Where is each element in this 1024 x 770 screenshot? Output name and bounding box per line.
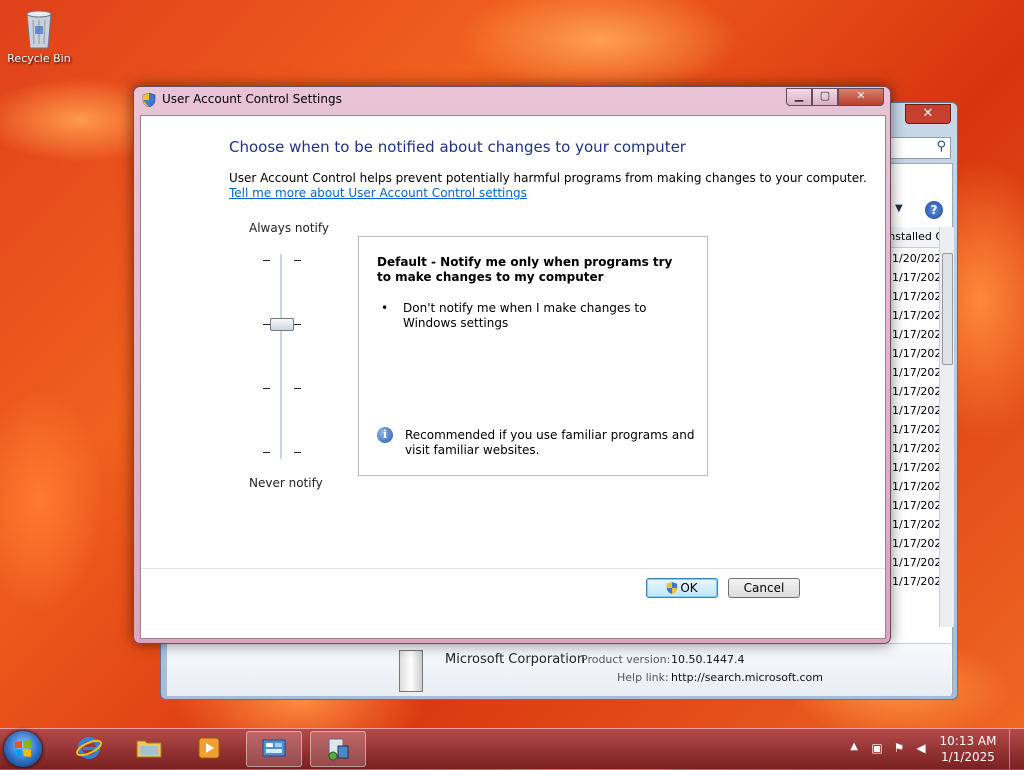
- volume-muted-icon[interactable]: ◀: [914, 741, 928, 755]
- slider-tick: [294, 324, 301, 325]
- installed-on-cell[interactable]: 11/17/2023: [885, 363, 939, 382]
- installed-on-cell[interactable]: 11/17/2023: [885, 439, 939, 458]
- installer-icon: [324, 736, 352, 762]
- installed-on-column-header[interactable]: Installed On: [885, 227, 939, 248]
- slider-tick: [263, 388, 270, 389]
- recycle-bin-desktop-icon[interactable]: Recycle Bin: [4, 6, 74, 65]
- product-version-label: Product version:: [581, 653, 671, 666]
- internet-explorer-icon: [75, 735, 103, 761]
- slider-tick: [263, 324, 270, 325]
- installed-on-cell[interactable]: 11/17/2023: [885, 401, 939, 420]
- slider-tick: [294, 388, 301, 389]
- installed-on-cell[interactable]: 11/17/2023: [885, 496, 939, 515]
- info-icon: i: [377, 427, 393, 443]
- windows-logo-icon: [15, 740, 31, 757]
- search-icon: ⚲: [936, 139, 946, 154]
- folder-icon: [135, 735, 163, 761]
- slider-tick: [263, 452, 270, 453]
- minimize-button[interactable]: ▁: [786, 88, 812, 106]
- slider-tick: [294, 260, 301, 261]
- learn-more-link[interactable]: Tell me more about User Account Control …: [229, 186, 527, 200]
- slider-top-label: Always notify: [249, 221, 329, 235]
- notification-slider-track[interactable]: [280, 254, 283, 459]
- installed-on-cell[interactable]: 11/17/2023: [885, 344, 939, 363]
- details-pane: Microsoft Corporation Product version: 1…: [167, 643, 951, 696]
- help-icon[interactable]: ?: [925, 201, 943, 219]
- window-controls: ▁ ▢ ✕: [786, 88, 884, 106]
- publisher-name: Microsoft Corporation: [445, 652, 586, 667]
- setting-bullet-text: Don't notify me when I make changes to W…: [403, 301, 647, 330]
- dialog-description: User Account Control helps prevent poten…: [229, 171, 867, 185]
- taskbar-media-player[interactable]: [182, 731, 236, 765]
- uac-shield-icon: [666, 581, 678, 600]
- button-separator: [141, 568, 885, 569]
- bullet-icon: •: [381, 301, 389, 315]
- bg-window-search-box[interactable]: ⚲: [887, 137, 951, 159]
- slider-tick: [263, 260, 270, 261]
- uac-shield-icon: [142, 92, 156, 108]
- bg-window-scrollbar[interactable]: [939, 227, 954, 627]
- help-link-value[interactable]: http://search.microsoft.com: [671, 671, 823, 684]
- system-tray: ▲ ▣ ⚑ ◀ 10:13 AM 1/1/2025: [824, 729, 1024, 769]
- show-desktop-button[interactable]: [1009, 729, 1024, 769]
- cancel-button[interactable]: Cancel: [728, 578, 800, 598]
- taskbar-uac-settings[interactable]: [310, 731, 366, 767]
- installed-on-cell[interactable]: 11/17/2023: [885, 572, 939, 591]
- action-center-flag-icon[interactable]: ⚑: [892, 741, 906, 755]
- product-version-value: 10.50.1447.4: [671, 653, 745, 666]
- show-hidden-icons-arrow-icon[interactable]: ▲: [850, 741, 858, 752]
- ok-button[interactable]: OK: [646, 578, 718, 598]
- network-icon[interactable]: ▣: [870, 741, 884, 755]
- installed-on-column: 11/20/202311/17/202311/17/202311/17/2023…: [885, 249, 939, 591]
- close-button[interactable]: ✕: [838, 88, 884, 106]
- taskbar-control-panel[interactable]: [246, 731, 302, 767]
- bg-window-toolbar: ▼ ?: [885, 201, 949, 221]
- installed-on-cell[interactable]: 11/17/2023: [885, 515, 939, 534]
- help-link-label: Help link:: [617, 671, 669, 684]
- setting-description-panel: Default - Notify me only when programs t…: [358, 236, 708, 476]
- notification-slider-thumb[interactable]: [270, 318, 294, 331]
- taskbar: ▲ ▣ ⚑ ◀ 10:13 AM 1/1/2025: [0, 728, 1024, 769]
- bg-window-close-button[interactable]: ✕: [905, 104, 951, 124]
- installed-on-cell[interactable]: 11/17/2023: [885, 553, 939, 572]
- setting-recommendation: Recommended if you use familiar programs…: [405, 428, 695, 457]
- clock-date[interactable]: 1/1/2025: [938, 750, 998, 764]
- dialog-heading: Choose when to be notified about changes…: [229, 138, 686, 156]
- uac-settings-dialog: User Account Control Settings ▁ ▢ ✕ Choo…: [133, 86, 891, 644]
- recycle-bin-label: Recycle Bin: [7, 52, 71, 65]
- installed-on-cell[interactable]: 11/17/2023: [885, 382, 939, 401]
- taskbar-file-explorer[interactable]: [122, 731, 176, 765]
- media-player-icon: [195, 735, 223, 761]
- slider-bottom-label: Never notify: [249, 476, 323, 490]
- clock-time[interactable]: 10:13 AM: [938, 734, 998, 748]
- start-button[interactable]: [4, 731, 42, 767]
- maximize-button[interactable]: ▢: [812, 88, 838, 106]
- installed-on-cell[interactable]: 11/17/2023: [885, 325, 939, 344]
- setting-title: Default - Notify me only when programs t…: [377, 255, 673, 284]
- dialog-body: Choose when to be notified about changes…: [140, 115, 886, 639]
- scrollbar-thumb[interactable]: [942, 253, 953, 365]
- view-options-arrow-icon[interactable]: ▼: [895, 203, 903, 214]
- slider-tick: [294, 452, 301, 453]
- taskbar-internet-explorer[interactable]: [62, 731, 116, 765]
- installed-on-cell[interactable]: 11/17/2023: [885, 534, 939, 553]
- control-panel-icon: [260, 736, 288, 762]
- dialog-title: User Account Control Settings: [162, 92, 342, 106]
- installed-on-cell[interactable]: 11/17/2023: [885, 458, 939, 477]
- recycle-bin-icon: [23, 6, 55, 50]
- installed-on-cell[interactable]: 11/17/2023: [885, 420, 939, 439]
- installed-on-cell[interactable]: 11/17/2023: [885, 306, 939, 325]
- program-icon: [399, 650, 423, 692]
- installed-on-cell[interactable]: 11/17/2023: [885, 287, 939, 306]
- installed-on-cell[interactable]: 11/17/2023: [885, 268, 939, 287]
- ok-button-label: OK: [680, 581, 698, 595]
- installed-on-cell[interactable]: 11/20/2023: [885, 249, 939, 268]
- installed-on-cell[interactable]: 11/17/2023: [885, 477, 939, 496]
